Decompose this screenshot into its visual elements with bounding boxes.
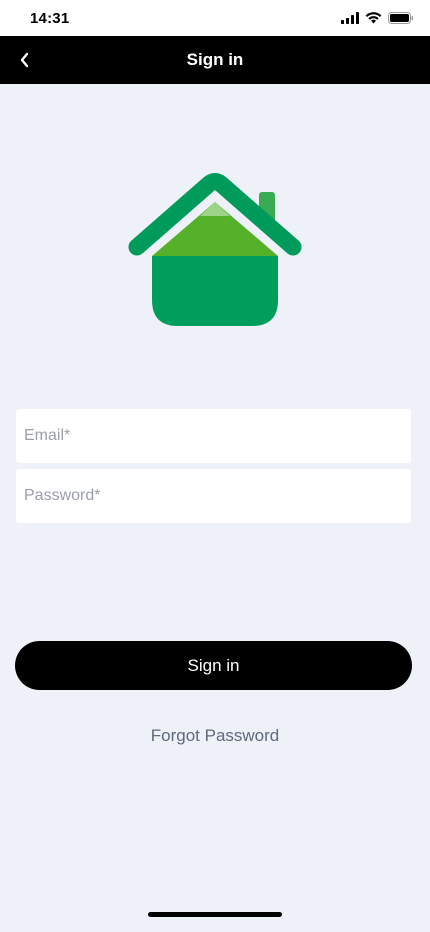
- email-field[interactable]: [16, 409, 411, 463]
- cellular-signal-icon: [341, 12, 359, 24]
- battery-icon: [388, 12, 414, 24]
- password-field[interactable]: [16, 469, 411, 523]
- sign-in-button[interactable]: Sign in: [15, 641, 412, 690]
- status-icons: [341, 12, 414, 24]
- sign-in-button-label: Sign in: [187, 655, 240, 675]
- house-logo-icon: [128, 173, 302, 326]
- wifi-icon: [365, 12, 382, 24]
- navigation-bar: Sign in: [0, 36, 430, 84]
- sign-in-content: Sign in Forgot Password: [0, 84, 430, 932]
- forgot-password-link[interactable]: Forgot Password: [0, 726, 430, 746]
- home-indicator: [148, 912, 282, 917]
- page-title: Sign in: [186, 50, 244, 69]
- status-time: 14:31: [30, 10, 70, 27]
- status-bar: 14:31: [0, 0, 430, 36]
